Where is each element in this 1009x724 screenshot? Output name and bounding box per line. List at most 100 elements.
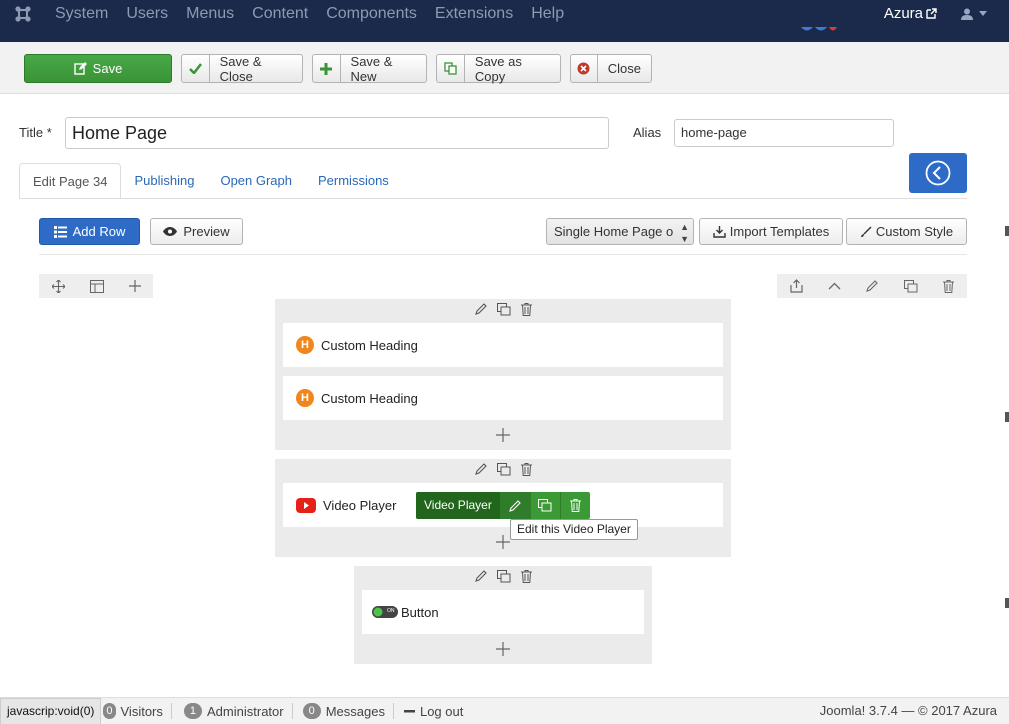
add-addon-icon[interactable] — [496, 428, 510, 442]
menu-content[interactable]: Content — [243, 0, 317, 27]
site-link[interactable]: Azura — [884, 5, 937, 22]
top-navbar: System Users Menus Content Components Ex… — [0, 0, 1009, 27]
pencil-icon[interactable] — [474, 463, 487, 475]
move-icon[interactable] — [51, 279, 65, 293]
administrator-link[interactable]: 1 Administrator — [172, 703, 293, 719]
menu-help[interactable]: Help — [522, 0, 573, 27]
addon-custom-heading-1[interactable]: H Custom Heading — [283, 323, 723, 367]
external-link-icon — [926, 8, 937, 19]
user-menu[interactable] — [961, 8, 987, 20]
column-tools — [275, 303, 731, 319]
pencil-icon[interactable] — [474, 570, 487, 582]
menu-components[interactable]: Components — [317, 0, 426, 27]
scrollbar-mark — [1005, 598, 1009, 608]
trash-icon[interactable] — [943, 279, 955, 293]
toggle-on-label: ON — [387, 608, 395, 614]
duplicate-icon[interactable] — [529, 492, 560, 519]
trash-icon[interactable] — [520, 570, 532, 583]
close-button[interactable]: Close — [570, 54, 652, 83]
chevron-left-circle-icon — [925, 160, 951, 186]
duplicate-icon[interactable] — [496, 303, 511, 316]
row-tools-left — [39, 274, 153, 298]
row-tools-right — [777, 274, 967, 298]
addon-custom-heading-2[interactable]: H Custom Heading — [283, 376, 723, 420]
duplicate-icon[interactable] — [496, 463, 511, 476]
logout-link[interactable]: Log out — [394, 703, 471, 719]
close-label: Close — [607, 61, 641, 76]
logout-label: Log out — [419, 703, 464, 719]
caret-down-icon — [979, 11, 987, 16]
add-addon-icon[interactable] — [496, 642, 510, 656]
menu-system[interactable]: System — [46, 0, 117, 27]
joomla-logo-icon[interactable] — [0, 0, 46, 27]
duplicate-icon[interactable] — [903, 279, 918, 293]
save-new-label: Save & New — [350, 53, 393, 84]
menu-menus[interactable]: Menus — [177, 0, 243, 27]
list-icon — [53, 225, 67, 238]
scrollbar-mark — [1005, 226, 1009, 236]
video-player-toolbar: Video Player — [416, 492, 590, 519]
import-templates-button[interactable]: Import Templates — [699, 218, 843, 245]
template-select[interactable]: Single Home Page o ▲ ▼ — [546, 218, 694, 245]
back-button[interactable] — [909, 153, 967, 193]
administrator-count: 1 — [183, 703, 203, 719]
template-select-value: Single Home Page o — [554, 224, 674, 239]
trash-icon[interactable] — [520, 463, 532, 476]
save-close-button[interactable]: Save & Close — [181, 54, 303, 84]
alias-input[interactable]: home-page — [674, 119, 894, 147]
visitors-label: Visitors — [120, 703, 163, 719]
menu-users[interactable]: Users — [117, 0, 177, 27]
messages-link[interactable]: 0 Messages — [293, 703, 394, 719]
upload-icon[interactable] — [790, 279, 803, 293]
addon-button[interactable]: ON Button — [362, 590, 644, 634]
addon-label: Custom Heading — [321, 337, 418, 353]
custom-style-button[interactable]: Custom Style — [846, 218, 967, 245]
download-icon — [713, 225, 726, 238]
import-templates-label: Import Templates — [729, 224, 830, 239]
visitors-link[interactable]: 0 Visitors — [101, 703, 172, 719]
save-new-button[interactable]: Save & New — [312, 53, 427, 84]
check-icon — [182, 55, 210, 82]
messages-count: 0 — [302, 703, 321, 719]
title-label: Title * — [19, 125, 52, 140]
add-addon-icon[interactable] — [496, 535, 510, 549]
preview-button[interactable]: Preview — [150, 218, 243, 245]
column-tools — [275, 463, 731, 479]
add-icon[interactable] — [128, 280, 141, 292]
save-label: Save — [92, 61, 123, 76]
chevron-up-icon[interactable] — [828, 282, 841, 290]
menu-extensions[interactable]: Extensions — [426, 0, 522, 27]
add-row-label: Add Row — [72, 224, 126, 239]
tab-permissions[interactable]: Permissions — [305, 163, 402, 199]
site-name: Azura — [883, 5, 923, 22]
status-footer: javascrip:void(0) 0 Visitors 1 Administr… — [0, 697, 1009, 724]
columns-icon[interactable] — [89, 279, 104, 293]
pencil-icon[interactable] — [866, 280, 879, 292]
version-info: Joomla! 3.7.4 — © 2017 Azura — [819, 703, 997, 718]
trash-icon[interactable] — [520, 303, 532, 316]
tab-publishing[interactable]: Publishing — [121, 163, 207, 199]
page-tabs: Edit Page 34 Publishing Open Graph Permi… — [19, 163, 402, 199]
tab-edit-page[interactable]: Edit Page 34 — [19, 163, 122, 199]
column-3: ON Button — [354, 566, 652, 664]
pencil-icon[interactable] — [474, 303, 487, 315]
addon-label: Custom Heading — [321, 390, 418, 406]
messages-label: Messages — [325, 703, 385, 719]
video-player-toolbar-label[interactable]: Video Player — [416, 492, 500, 519]
brush-icon — [860, 226, 872, 237]
custom-style-label: Custom Style — [875, 224, 954, 239]
duplicate-icon[interactable] — [496, 570, 511, 583]
heading-icon: H — [296, 336, 314, 354]
title-input[interactable]: Home Page — [65, 117, 609, 149]
save-button[interactable]: Save — [24, 54, 172, 83]
addon-label: Button — [401, 604, 439, 620]
heading-icon: H — [296, 389, 314, 407]
pencil-icon[interactable] — [499, 492, 530, 519]
youtube-icon — [296, 497, 316, 513]
add-row-button[interactable]: Add Row — [39, 218, 140, 245]
administrator-label: Administrator — [207, 703, 284, 719]
eye-icon — [163, 227, 178, 236]
tab-open-graph[interactable]: Open Graph — [207, 163, 305, 199]
trash-icon[interactable] — [559, 492, 590, 519]
save-copy-button[interactable]: Save as Copy — [436, 54, 561, 84]
